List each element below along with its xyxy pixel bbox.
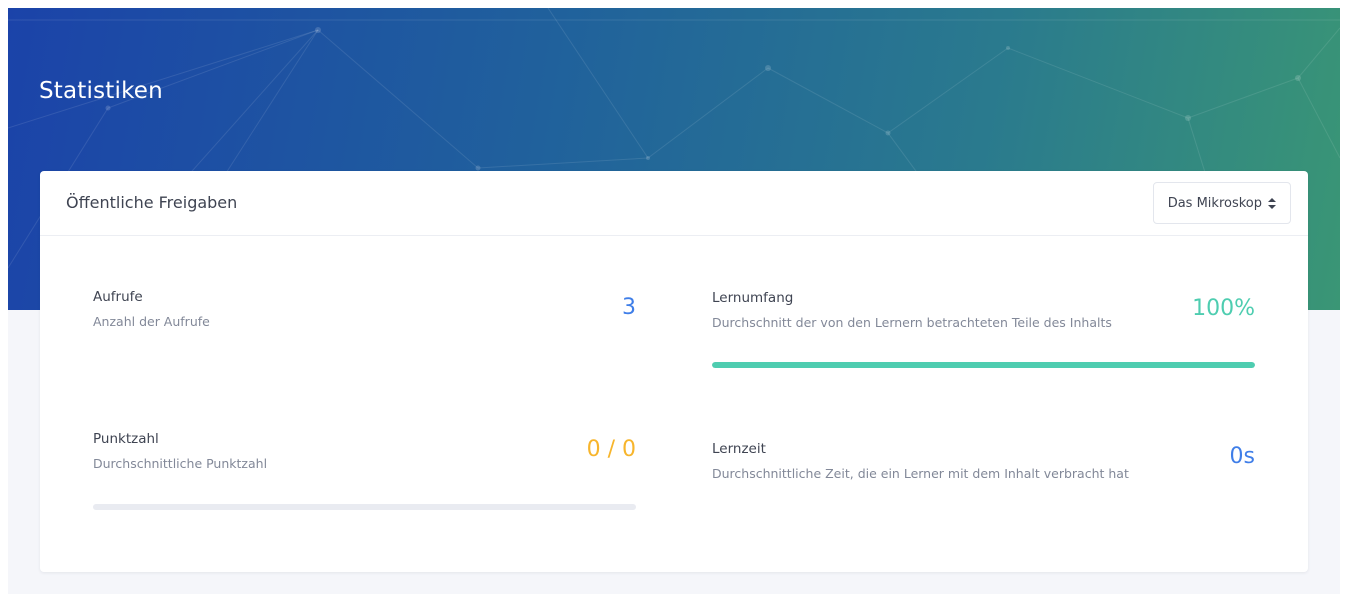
public-shares-card: Öffentliche Freigaben Das Mikroskop Aufr… — [40, 171, 1308, 572]
stat-coverage-progress-bar — [712, 362, 1255, 368]
stat-time-value: 0s — [1229, 444, 1255, 469]
stat-views-title: Aufrufe — [93, 289, 143, 305]
stat-score-progress-bar — [93, 504, 636, 510]
stat-score: Punktzahl Durchschnittliche Punktzahl 0 … — [93, 431, 636, 521]
stat-views-description: Anzahl der Aufrufe — [93, 314, 210, 329]
stat-views: Aufrufe Anzahl der Aufrufe 3 — [93, 289, 636, 349]
sort-icon — [1268, 197, 1276, 209]
content-select[interactable]: Das Mikroskop — [1152, 182, 1291, 224]
card-header: Öffentliche Freigaben Das Mikroskop — [40, 171, 1308, 236]
stat-coverage-value: 100% — [1192, 296, 1255, 321]
stat-time-description: Durchschnittliche Zeit, die ein Lerner m… — [712, 466, 1129, 481]
stat-score-description: Durchschnittliche Punktzahl — [93, 456, 268, 471]
stat-views-value: 3 — [622, 295, 636, 320]
stat-score-value: 0 / 0 — [586, 437, 636, 462]
stat-coverage-description: Durchschnitt der von den Lernern betrach… — [712, 315, 1112, 330]
content-select-value: Das Mikroskop — [1167, 195, 1262, 211]
page-frame: Statistiken Öffentliche Freigaben Das Mi… — [8, 8, 1340, 594]
stat-time: Lernzeit Durchschnittliche Zeit, die ein… — [712, 441, 1255, 501]
stat-coverage: Lernumfang Durchschnitt der von den Lern… — [712, 290, 1255, 380]
card-title: Öffentliche Freigaben — [66, 193, 238, 212]
stat-score-title: Punktzahl — [93, 431, 159, 447]
stat-coverage-title: Lernumfang — [712, 290, 794, 306]
stat-time-title: Lernzeit — [712, 441, 766, 457]
stat-coverage-progress-fill — [712, 362, 1255, 368]
page-title: Statistiken — [39, 78, 163, 104]
